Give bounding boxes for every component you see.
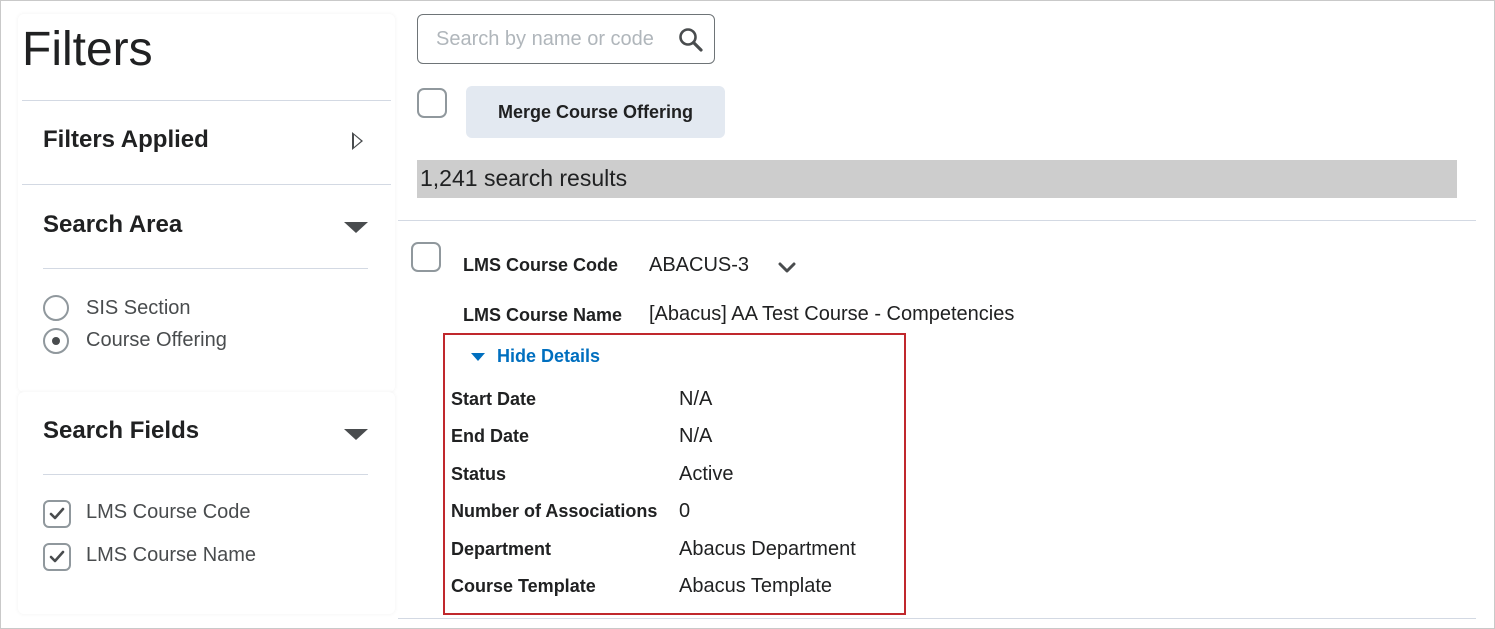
detail-label: Course Template <box>451 576 596 596</box>
detail-value: N/A <box>679 425 713 447</box>
check-icon <box>49 550 65 563</box>
results-count-bar: 1,241 search results <box>417 160 1457 198</box>
search-icon[interactable] <box>678 27 704 53</box>
caret-right-icon[interactable] <box>352 132 363 150</box>
caret-down-icon[interactable] <box>344 429 368 440</box>
row-checkbox[interactable] <box>411 242 441 272</box>
checkbox[interactable] <box>43 543 71 571</box>
divider <box>398 220 1476 221</box>
checkbox-label: LMS Course Name <box>86 544 257 566</box>
detail-label: Status <box>451 464 507 484</box>
radio-button[interactable] <box>43 328 69 354</box>
divider <box>22 184 391 185</box>
detail-label: Start Date <box>451 389 537 409</box>
results-count: 1,241 search results <box>420 165 628 191</box>
course-code-label: LMS Course Code <box>463 255 619 275</box>
detail-value: 0 <box>679 500 691 522</box>
detail-value: Abacus Department <box>679 538 856 560</box>
divider <box>43 474 368 475</box>
course-details-panel: Hide Details Start Date N/A End Date N/A… <box>443 333 906 615</box>
filters-applied-title: Filters Applied <box>43 126 209 153</box>
search-area-title: Search Area <box>43 211 183 238</box>
hide-details-label: Hide Details <box>497 346 601 366</box>
detail-label: Department <box>451 539 552 559</box>
search-fields-title: Search Fields <box>43 417 200 444</box>
select-all-checkbox[interactable] <box>417 88 447 118</box>
detail-label: End Date <box>451 426 530 446</box>
merge-course-offering-button[interactable]: Merge Course Offering <box>466 86 725 138</box>
caret-down-icon[interactable] <box>344 222 368 233</box>
divider <box>43 268 368 269</box>
hide-details-toggle[interactable]: Hide Details <box>471 346 600 367</box>
course-name-value: [Abacus] AA Test Course - Competencies <box>649 303 1015 325</box>
divider <box>22 100 391 101</box>
radio-button[interactable] <box>43 295 69 321</box>
search-input[interactable] <box>436 25 666 53</box>
checkbox-label: LMS Course Code <box>86 501 251 523</box>
radio-label: Course Offering <box>86 329 227 351</box>
radio-label: SIS Section <box>86 297 191 319</box>
detail-value: Abacus Template <box>679 575 833 597</box>
filters-title: Filters <box>22 23 153 76</box>
checkbox[interactable] <box>43 500 71 528</box>
detail-value: N/A <box>679 388 713 410</box>
course-name-label: LMS Course Name <box>463 305 623 325</box>
course-code-value: ABACUS-3 <box>649 254 750 276</box>
search-box <box>417 14 715 64</box>
divider <box>398 618 1476 619</box>
caret-down-icon <box>471 352 485 361</box>
detail-label: Number of Associations <box>451 501 658 521</box>
filters-sidebar: Filters Filters Applied Search Area SIS … <box>10 14 395 614</box>
chevron-down-icon[interactable] <box>778 262 796 274</box>
check-icon <box>49 507 65 520</box>
detail-value: Active <box>679 463 734 485</box>
